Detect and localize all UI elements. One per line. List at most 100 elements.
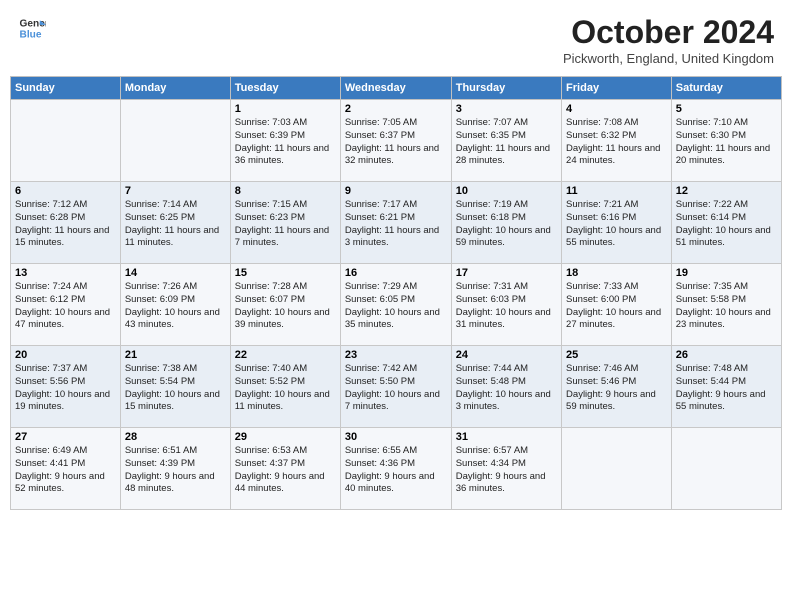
day-header-tuesday: Tuesday xyxy=(230,77,340,100)
day-info: Sunrise: 7:21 AM Sunset: 6:16 PM Dayligh… xyxy=(566,199,667,250)
day-number: 19 xyxy=(676,267,777,279)
svg-text:Blue: Blue xyxy=(20,29,42,40)
day-info: Sunrise: 7:33 AM Sunset: 6:00 PM Dayligh… xyxy=(566,281,667,332)
day-info: Sunrise: 7:15 AM Sunset: 6:23 PM Dayligh… xyxy=(235,199,336,250)
calendar-cell: 18 Sunrise: 7:33 AM Sunset: 6:00 PM Dayli… xyxy=(562,264,672,346)
calendar-cell: 30 Sunrise: 6:55 AM Sunset: 4:36 PM Dayli… xyxy=(340,428,451,510)
title-block: October 2024 Pickworth, England, United … xyxy=(563,14,774,66)
day-number: 28 xyxy=(125,431,226,443)
day-info: Sunrise: 7:24 AM Sunset: 6:12 PM Dayligh… xyxy=(15,281,116,332)
calendar-cell: 31Sunrise: 6:57 AM Sunset: 4:34 PM Dayli… xyxy=(451,428,561,510)
calendar-cell: 3 Sunrise: 7:07 AM Sunset: 6:35 PM Daylig… xyxy=(451,100,561,182)
calendar-cell: 29Sunrise: 6:53 AM Sunset: 4:37 PM Dayli… xyxy=(230,428,340,510)
day-info: Sunrise: 6:51 AM Sunset: 4:39 PM Dayligh… xyxy=(125,445,226,496)
day-number: 12 xyxy=(676,185,777,197)
calendar-week-row: 6 Sunrise: 7:12 AM Sunset: 6:28 PM Daylig… xyxy=(11,182,782,264)
day-info: Sunrise: 7:08 AM Sunset: 6:32 PM Dayligh… xyxy=(566,117,667,168)
calendar-cell: 14Sunrise: 7:26 AM Sunset: 6:09 PM Dayli… xyxy=(120,264,230,346)
logo-icon: General Blue xyxy=(18,14,46,42)
calendar-cell: 22Sunrise: 7:40 AM Sunset: 5:52 PM Dayli… xyxy=(230,346,340,428)
calendar-cell: 16Sunrise: 7:29 AM Sunset: 6:05 PM Dayli… xyxy=(340,264,451,346)
calendar-cell: 24 Sunrise: 7:44 AM Sunset: 5:48 PM Dayli… xyxy=(451,346,561,428)
day-info: Sunrise: 7:37 AM Sunset: 5:56 PM Dayligh… xyxy=(15,363,116,414)
day-info: Sunrise: 6:57 AM Sunset: 4:34 PM Dayligh… xyxy=(456,445,557,496)
day-info: Sunrise: 7:29 AM Sunset: 6:05 PM Dayligh… xyxy=(345,281,447,332)
calendar-cell: 8 Sunrise: 7:15 AM Sunset: 6:23 PM Daylig… xyxy=(230,182,340,264)
page-header: General Blue October 2024 Pickworth, Eng… xyxy=(10,10,782,70)
month-title: October 2024 xyxy=(563,14,774,51)
calendar-week-row: 27 Sunrise: 6:49 AM Sunset: 4:41 PM Dayli… xyxy=(11,428,782,510)
day-header-wednesday: Wednesday xyxy=(340,77,451,100)
day-info: Sunrise: 7:17 AM Sunset: 6:21 PM Dayligh… xyxy=(345,199,447,250)
calendar-cell: 20 Sunrise: 7:37 AM Sunset: 5:56 PM Dayli… xyxy=(11,346,121,428)
day-header-thursday: Thursday xyxy=(451,77,561,100)
calendar-cell: 17 Sunrise: 7:31 AM Sunset: 6:03 PM Dayli… xyxy=(451,264,561,346)
calendar-cell: 7Sunrise: 7:14 AM Sunset: 6:25 PM Daylig… xyxy=(120,182,230,264)
calendar-cell: 27 Sunrise: 6:49 AM Sunset: 4:41 PM Dayli… xyxy=(11,428,121,510)
day-header-sunday: Sunday xyxy=(11,77,121,100)
day-info: Sunrise: 7:28 AM Sunset: 6:07 PM Dayligh… xyxy=(235,281,336,332)
calendar-cell: 4 Sunrise: 7:08 AM Sunset: 6:32 PM Daylig… xyxy=(562,100,672,182)
day-number: 2 xyxy=(345,103,447,115)
calendar-cell: 25Sunrise: 7:46 AM Sunset: 5:46 PM Dayli… xyxy=(562,346,672,428)
day-number: 27 xyxy=(15,431,116,443)
day-header-friday: Friday xyxy=(562,77,672,100)
day-info: Sunrise: 6:55 AM Sunset: 4:36 PM Dayligh… xyxy=(345,445,447,496)
day-header-monday: Monday xyxy=(120,77,230,100)
day-info: Sunrise: 6:53 AM Sunset: 4:37 PM Dayligh… xyxy=(235,445,336,496)
day-number: 24 xyxy=(456,349,557,361)
day-info: Sunrise: 7:44 AM Sunset: 5:48 PM Dayligh… xyxy=(456,363,557,414)
day-number: 14 xyxy=(125,267,226,279)
day-number: 17 xyxy=(456,267,557,279)
day-info: Sunrise: 7:42 AM Sunset: 5:50 PM Dayligh… xyxy=(345,363,447,414)
day-number: 11 xyxy=(566,185,667,197)
calendar-cell: 9 Sunrise: 7:17 AM Sunset: 6:21 PM Daylig… xyxy=(340,182,451,264)
calendar-table: SundayMondayTuesdayWednesdayThursdayFrid… xyxy=(10,76,782,510)
calendar-cell: 19 Sunrise: 7:35 AM Sunset: 5:58 PM Dayli… xyxy=(671,264,781,346)
day-number: 18 xyxy=(566,267,667,279)
day-number: 4 xyxy=(566,103,667,115)
calendar-week-row: 20 Sunrise: 7:37 AM Sunset: 5:56 PM Dayli… xyxy=(11,346,782,428)
day-info: Sunrise: 7:46 AM Sunset: 5:46 PM Dayligh… xyxy=(566,363,667,414)
calendar-cell xyxy=(11,100,121,182)
day-number: 20 xyxy=(15,349,116,361)
calendar-cell: 28 Sunrise: 6:51 AM Sunset: 4:39 PM Dayli… xyxy=(120,428,230,510)
calendar-cell xyxy=(562,428,672,510)
calendar-cell xyxy=(671,428,781,510)
calendar-cell: 12Sunrise: 7:22 AM Sunset: 6:14 PM Dayli… xyxy=(671,182,781,264)
day-info: Sunrise: 7:14 AM Sunset: 6:25 PM Dayligh… xyxy=(125,199,226,250)
location-subtitle: Pickworth, England, United Kingdom xyxy=(563,51,774,66)
day-number: 13 xyxy=(15,267,116,279)
day-info: Sunrise: 7:40 AM Sunset: 5:52 PM Dayligh… xyxy=(235,363,336,414)
day-number: 10 xyxy=(456,185,557,197)
day-header-saturday: Saturday xyxy=(671,77,781,100)
day-number: 26 xyxy=(676,349,777,361)
day-number: 8 xyxy=(235,185,336,197)
day-number: 1 xyxy=(235,103,336,115)
calendar-cell: 2 Sunrise: 7:05 AM Sunset: 6:37 PM Daylig… xyxy=(340,100,451,182)
calendar-cell: 13 Sunrise: 7:24 AM Sunset: 6:12 PM Dayli… xyxy=(11,264,121,346)
day-number: 30 xyxy=(345,431,447,443)
day-info: Sunrise: 7:35 AM Sunset: 5:58 PM Dayligh… xyxy=(676,281,777,332)
calendar-cell xyxy=(120,100,230,182)
day-info: Sunrise: 7:31 AM Sunset: 6:03 PM Dayligh… xyxy=(456,281,557,332)
day-number: 9 xyxy=(345,185,447,197)
day-info: Sunrise: 7:07 AM Sunset: 6:35 PM Dayligh… xyxy=(456,117,557,168)
day-number: 6 xyxy=(15,185,116,197)
calendar-cell: 21 Sunrise: 7:38 AM Sunset: 5:54 PM Dayli… xyxy=(120,346,230,428)
day-number: 3 xyxy=(456,103,557,115)
day-number: 5 xyxy=(676,103,777,115)
day-info: Sunrise: 6:49 AM Sunset: 4:41 PM Dayligh… xyxy=(15,445,116,496)
day-number: 15 xyxy=(235,267,336,279)
calendar-week-row: 1Sunrise: 7:03 AM Sunset: 6:39 PM Daylig… xyxy=(11,100,782,182)
calendar-cell: 26 Sunrise: 7:48 AM Sunset: 5:44 PM Dayli… xyxy=(671,346,781,428)
calendar-cell: 11 Sunrise: 7:21 AM Sunset: 6:16 PM Dayli… xyxy=(562,182,672,264)
day-info: Sunrise: 7:12 AM Sunset: 6:28 PM Dayligh… xyxy=(15,199,116,250)
day-info: Sunrise: 7:48 AM Sunset: 5:44 PM Dayligh… xyxy=(676,363,777,414)
day-number: 23 xyxy=(345,349,447,361)
calendar-cell: 5Sunrise: 7:10 AM Sunset: 6:30 PM Daylig… xyxy=(671,100,781,182)
day-info: Sunrise: 7:38 AM Sunset: 5:54 PM Dayligh… xyxy=(125,363,226,414)
day-number: 21 xyxy=(125,349,226,361)
logo: General Blue xyxy=(18,14,46,42)
day-info: Sunrise: 7:05 AM Sunset: 6:37 PM Dayligh… xyxy=(345,117,447,168)
